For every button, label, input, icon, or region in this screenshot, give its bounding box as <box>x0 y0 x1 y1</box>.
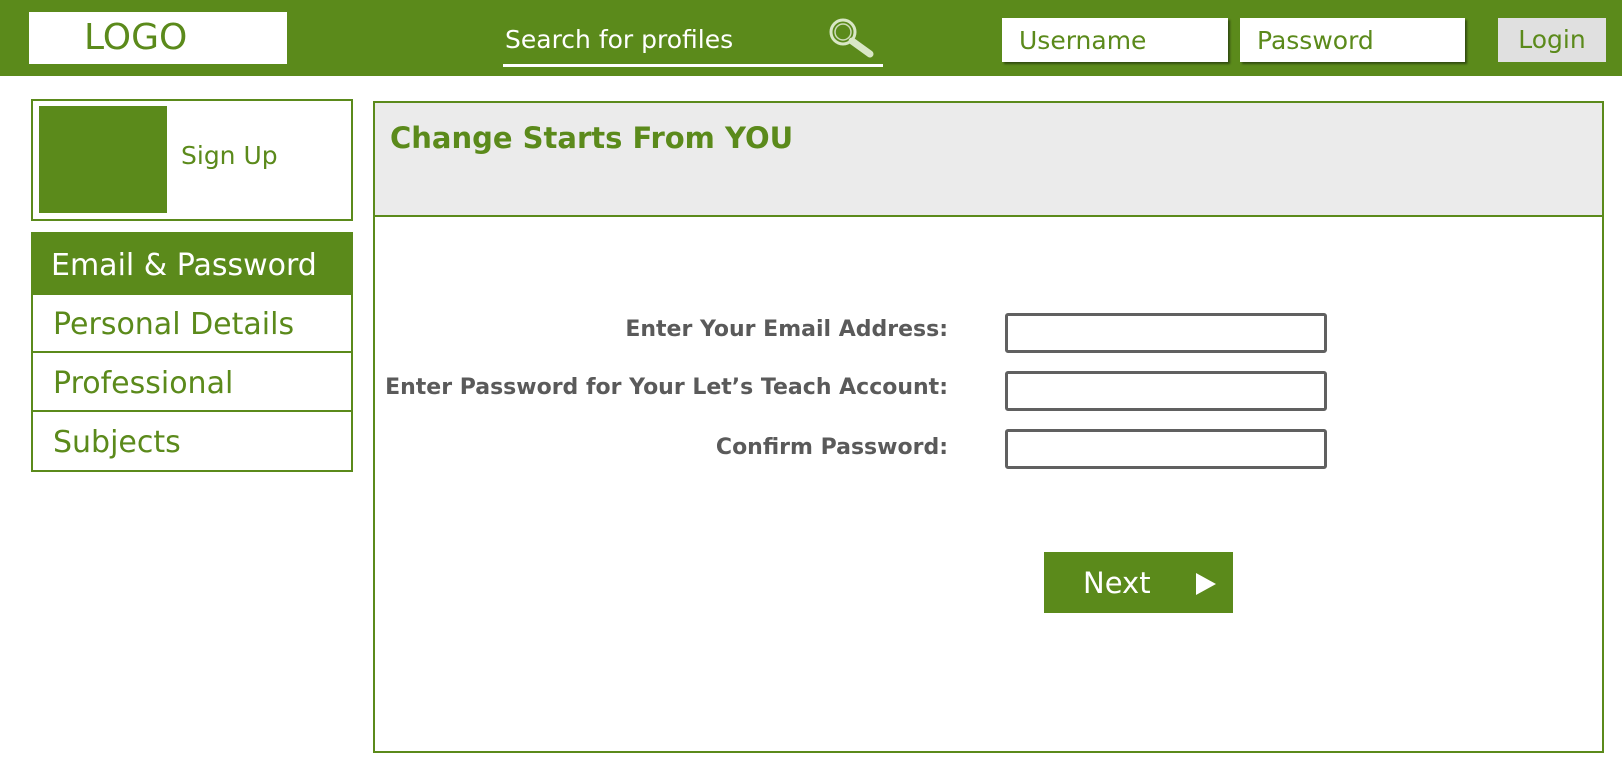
email-label: Enter Your Email Address: <box>625 317 948 342</box>
login-button[interactable]: Login <box>1498 18 1606 62</box>
next-button[interactable]: Next <box>1044 552 1233 613</box>
panel-header: Change Starts From YOU <box>375 103 1602 217</box>
logo-text: LOGO <box>84 17 188 58</box>
page-title: Change Starts From YOU <box>390 121 794 155</box>
sidebar-item-email-password[interactable]: Email & Password <box>31 232 353 295</box>
sidebar-item-personal-details[interactable]: Personal Details <box>31 293 353 353</box>
password-field[interactable] <box>1240 18 1465 62</box>
profile-photo-placeholder <box>39 106 167 213</box>
search-bar <box>503 18 883 67</box>
sidebar-item-subjects[interactable]: Subjects <box>31 410 353 472</box>
top-bar: LOGO Login <box>0 0 1622 76</box>
confirm-password-label: Confirm Password: <box>715 435 948 460</box>
sidebar-nav: Email & Password Personal Details Profes… <box>31 232 353 472</box>
main-panel: Change Starts From YOU Enter Your Email … <box>373 101 1604 753</box>
sidebar-item-professional[interactable]: Professional <box>31 351 353 412</box>
email-field[interactable] <box>1005 313 1327 353</box>
signup-card[interactable]: Sign Up <box>31 99 353 221</box>
search-input[interactable] <box>503 20 805 58</box>
logo[interactable]: LOGO <box>29 12 287 64</box>
account-password-field[interactable] <box>1005 371 1327 411</box>
username-field[interactable] <box>1002 18 1228 62</box>
play-arrow-icon <box>1196 573 1216 595</box>
search-icon[interactable] <box>826 16 876 60</box>
next-label: Next <box>1083 566 1151 600</box>
signup-label: Sign Up <box>181 141 278 170</box>
password-label: Enter Password for Your Let’s Teach Acco… <box>385 375 948 400</box>
confirm-password-field[interactable] <box>1005 429 1327 469</box>
